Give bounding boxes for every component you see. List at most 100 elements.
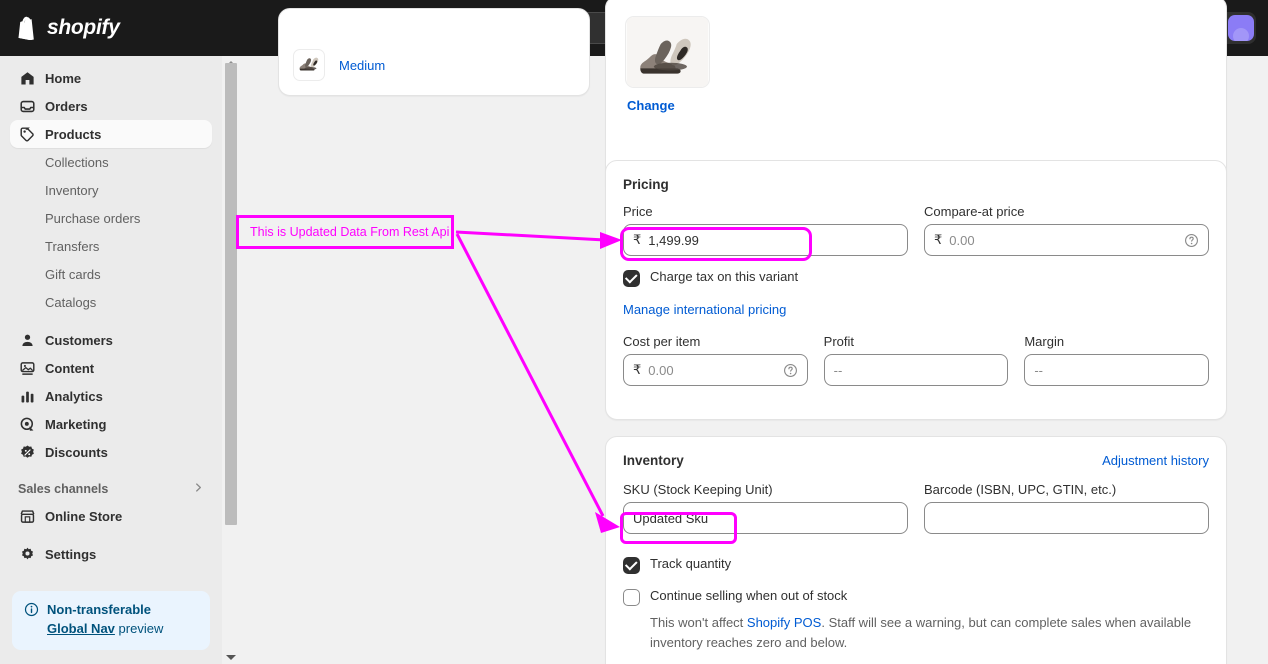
gear-icon xyxy=(18,545,36,563)
sidebar-item-home[interactable]: Home xyxy=(10,64,212,92)
price-value: 1,499.99 xyxy=(648,232,699,248)
currency-symbol: ₹ xyxy=(633,232,642,247)
scroll-down-arrow[interactable] xyxy=(224,650,238,664)
sidebar-item-label: Home xyxy=(45,70,82,86)
storefront-icon xyxy=(18,507,36,525)
margin-label: Margin xyxy=(1024,334,1065,349)
barcode-label: Barcode (ISBN, UPC, GTIN, etc.) xyxy=(924,482,1117,497)
manage-international-pricing-link[interactable]: Manage international pricing xyxy=(623,302,1209,317)
continue-selling-checkbox[interactable] xyxy=(623,589,640,606)
info-circle-icon xyxy=(24,602,39,622)
scrollbar-thumb[interactable] xyxy=(225,63,237,525)
barcode-field-group: Barcode (ISBN, UPC, GTIN, etc.) xyxy=(924,482,1209,534)
sku-input[interactable]: Updated Sku xyxy=(623,502,908,534)
sku-label: SKU (Stock Keeping Unit) xyxy=(623,482,773,497)
question-circle-icon[interactable] xyxy=(1184,233,1199,253)
compare-at-price-input[interactable]: ₹ 0.00 xyxy=(924,224,1209,256)
price-field-group: Price ₹ 1,499.99 xyxy=(623,204,908,256)
profit-input[interactable]: -- xyxy=(823,354,1009,386)
sidebar-item-label: Settings xyxy=(45,546,97,562)
continue-selling-label: Continue selling when out of stock xyxy=(650,588,848,603)
avatar xyxy=(1228,15,1254,41)
orders-inbox-icon xyxy=(18,97,36,115)
sidebar-item-label: Marketing xyxy=(45,416,107,432)
sidebar-item-customers[interactable]: Customers xyxy=(10,326,212,354)
main-content: Medium Change Pricing Price ₹ 1,499.99 C… xyxy=(238,0,1268,664)
profit-label: Profit xyxy=(823,334,855,349)
track-quantity-row[interactable]: Track quantity xyxy=(623,556,1209,574)
cost-per-item-input[interactable]: ₹ 0.00 xyxy=(623,354,808,386)
cost-per-item-label: Cost per item xyxy=(623,334,701,349)
adjustment-history-link[interactable]: Adjustment history xyxy=(1102,453,1209,468)
marketing-target-icon xyxy=(18,415,36,433)
track-quantity-label: Track quantity xyxy=(650,556,732,571)
sidebar-subitem-label: Inventory xyxy=(45,182,99,198)
compare-at-price-label: Compare-at price xyxy=(924,204,1025,219)
banner-line2-suffix: preview xyxy=(114,621,164,637)
track-quantity-checkbox[interactable] xyxy=(623,557,640,574)
continue-selling-row[interactable]: Continue selling when out of stock xyxy=(623,588,1209,606)
pricing-card: Pricing Price ₹ 1,499.99 Compare-at pric… xyxy=(605,160,1227,420)
variant-row-medium[interactable]: Medium xyxy=(279,39,589,91)
home-icon xyxy=(18,69,36,87)
sidebar-section-label: Sales channels xyxy=(18,482,109,496)
shopify-bag-icon xyxy=(16,16,38,41)
sidebar-item-marketing[interactable]: Marketing xyxy=(10,410,212,438)
inventory-header: Inventory Adjustment history xyxy=(623,453,1209,468)
page-scrollbar[interactable] xyxy=(224,56,238,664)
shopify-logo[interactable]: shopify xyxy=(16,16,120,41)
product-image-thumbnail[interactable] xyxy=(625,16,710,88)
sneakers-thumbnail-icon xyxy=(293,49,325,81)
sidebar-item-label: Orders xyxy=(45,98,88,114)
margin-input[interactable]: -- xyxy=(1024,354,1210,386)
cost-per-item-field-group: Cost per item ₹ 0.00 xyxy=(623,334,808,386)
sidebar-item-catalogs[interactable]: Catalogs xyxy=(10,288,212,316)
sidebar-section-sales-channels[interactable]: Sales channels xyxy=(10,476,212,502)
change-image-link[interactable]: Change xyxy=(627,98,675,113)
sidebar-item-inventory[interactable]: Inventory xyxy=(10,176,212,204)
sidebar-subitem-label: Gift cards xyxy=(45,266,101,282)
bar-chart-icon xyxy=(18,387,36,405)
charge-tax-label: Charge tax on this variant xyxy=(650,269,799,284)
sidebar-item-purchase-orders[interactable]: Purchase orders xyxy=(10,204,212,232)
shopify-wordmark: shopify xyxy=(47,16,120,39)
banner-link[interactable]: Global Nav xyxy=(47,621,115,636)
sidebar-item-discounts[interactable]: Discounts xyxy=(10,438,212,466)
content-image-icon xyxy=(18,359,36,377)
charge-tax-checkbox[interactable] xyxy=(623,270,640,287)
sidebar-item-label: Content xyxy=(45,360,95,376)
question-circle-icon[interactable] xyxy=(783,363,798,383)
chevron-right-icon xyxy=(193,482,204,496)
global-nav-preview-banner: Non-transferable Global Nav preview xyxy=(12,591,210,650)
sidebar-item-content[interactable]: Content xyxy=(10,354,212,382)
sidebar-item-analytics[interactable]: Analytics xyxy=(10,382,212,410)
sidebar-item-online-store[interactable]: Online Store xyxy=(10,502,212,530)
barcode-input[interactable] xyxy=(924,502,1209,534)
sidebar-nav: Home Orders Products Collections Invento… xyxy=(0,56,222,664)
price-input[interactable]: ₹ 1,499.99 xyxy=(623,224,908,256)
sidebar-subitem-label: Collections xyxy=(45,154,109,170)
variant-link-label[interactable]: Medium xyxy=(339,58,385,73)
discount-badge-icon xyxy=(18,443,36,461)
shopify-pos-link[interactable]: Shopify POS xyxy=(747,615,821,630)
sidebar-item-label: Discounts xyxy=(45,444,108,460)
sidebar-item-orders[interactable]: Orders xyxy=(10,92,212,120)
shopify-admin-window: shopify Search Ctrl K xyxy=(0,0,1268,664)
sidebar-item-gift-cards[interactable]: Gift cards xyxy=(10,260,212,288)
sidebar-item-transfers[interactable]: Transfers xyxy=(10,232,212,260)
compare-at-price-field-group: Compare-at price ₹ 0.00 xyxy=(924,204,1209,256)
sidebar-item-collections[interactable]: Collections xyxy=(10,148,212,176)
triangle-down-icon xyxy=(226,654,236,660)
banner-text: Non-transferable Global Nav preview xyxy=(47,601,163,639)
charge-tax-row[interactable]: Charge tax on this variant xyxy=(623,269,1209,287)
margin-value: -- xyxy=(1034,362,1044,378)
sidebar-subitem-label: Purchase orders xyxy=(45,210,141,226)
sidebar-item-label: Products xyxy=(45,126,102,142)
sidebar-item-settings[interactable]: Settings xyxy=(10,540,212,568)
price-label: Price xyxy=(623,204,653,219)
sidebar-item-products[interactable]: Products xyxy=(10,120,212,148)
profit-value: -- xyxy=(833,362,843,378)
